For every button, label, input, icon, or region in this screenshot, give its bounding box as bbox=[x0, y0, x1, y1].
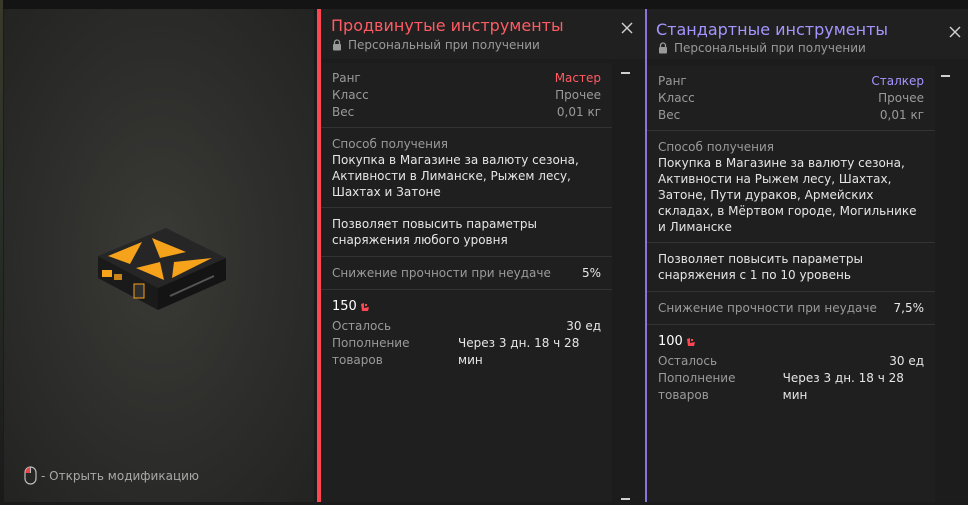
open-modification-label: - Открыть модификацию bbox=[41, 468, 200, 483]
weight-row: Вес 0,01 кг bbox=[658, 107, 924, 124]
scroll-up-icon[interactable] bbox=[941, 75, 950, 77]
durability-row: Снижение прочности при неудаче 5% bbox=[332, 265, 601, 282]
remaining-value: 30 ед bbox=[566, 319, 601, 333]
price: 150 bbox=[332, 298, 601, 316]
durability-label: Снижение прочности при неудаче bbox=[332, 266, 551, 280]
panel-title: Стандартные инструменты bbox=[656, 20, 889, 39]
rank-label: Ранг bbox=[332, 71, 361, 85]
rank-value: Мастер bbox=[554, 71, 601, 85]
durability-value: 7,5% bbox=[893, 301, 925, 315]
scroll-down-icon[interactable] bbox=[621, 498, 630, 500]
price-section: 100 Осталось 30 ед Пополнение товаров Че… bbox=[647, 325, 935, 404]
panel-header: Продвинутые инструменты Персональный при… bbox=[321, 9, 648, 59]
scrollbar[interactable] bbox=[618, 65, 632, 502]
class-row: Класс Прочее bbox=[332, 87, 601, 104]
stats-section: Ранг Мастер Класс Прочее Вес 0,01 кг bbox=[321, 63, 612, 128]
advanced-tools-panel: Продвинутые инструменты Персональный при… bbox=[317, 9, 648, 502]
bind-status: Персональный при получении bbox=[348, 38, 540, 52]
remaining-row: Осталось 30 ед bbox=[658, 353, 924, 370]
panel-subtitle: Персональный при получении bbox=[332, 38, 540, 52]
panel-header: Стандартные инструменты Персональный при… bbox=[647, 9, 968, 59]
rank-row: Ранг Сталкер bbox=[658, 73, 924, 90]
source-section: Способ получения Покупка в Магазине за в… bbox=[321, 128, 612, 208]
mouse-icon bbox=[24, 466, 37, 485]
weight-row: Вес 0,01 кг bbox=[332, 104, 601, 121]
standard-tools-panel: Стандартные инструменты Персональный при… bbox=[645, 9, 968, 502]
restock-value: Через 3 дн. 18 ч 28 мин bbox=[782, 371, 904, 402]
lock-icon bbox=[659, 42, 667, 54]
scroll-up-icon[interactable] bbox=[621, 72, 630, 74]
close-icon[interactable] bbox=[620, 21, 634, 35]
durability-label: Снижение прочности при неудаче bbox=[658, 301, 877, 315]
open-modification-hint[interactable]: - Открыть модификацию bbox=[24, 466, 199, 485]
item-preview: - Открыть модификацию bbox=[4, 9, 314, 502]
class-value: Прочее bbox=[555, 88, 601, 102]
rank-row: Ранг Мастер bbox=[332, 70, 601, 87]
weight-label: Вес bbox=[332, 105, 355, 119]
scrollbar[interactable] bbox=[938, 68, 952, 505]
durability-section: Снижение прочности при неудаче 5% bbox=[321, 257, 612, 290]
source-text: Покупка в Магазине за валюту сезона, Акт… bbox=[658, 156, 917, 234]
restock-row: Пополнение товаров Через 3 дн. 18 ч 28 м… bbox=[332, 335, 601, 369]
rank-label: Ранг bbox=[658, 74, 687, 88]
panel-subtitle: Персональный при получении bbox=[658, 41, 866, 55]
panel-title: Продвинутые инструменты bbox=[331, 16, 564, 35]
close-icon[interactable] bbox=[948, 25, 962, 39]
rank-value: Сталкер bbox=[871, 74, 924, 88]
item-description: Позволяет повысить параметры снаряжения … bbox=[332, 217, 537, 247]
description-section: Позволяет повысить параметры снаряжения … bbox=[321, 208, 612, 257]
season-currency-icon bbox=[686, 338, 695, 346]
durability-section: Снижение прочности при неудаче 7,5% bbox=[647, 292, 935, 325]
durability-value: 5% bbox=[581, 266, 601, 280]
lock-icon bbox=[333, 39, 341, 51]
price: 100 bbox=[658, 333, 924, 351]
weight-label: Вес bbox=[658, 108, 681, 122]
class-label: Класс bbox=[658, 91, 695, 105]
remaining-label: Осталось bbox=[332, 319, 392, 333]
weight-value: 0,01 кг bbox=[879, 108, 924, 122]
panel-body: Ранг Сталкер Класс Прочее Вес 0,01 кг Сп… bbox=[647, 66, 935, 502]
remaining-row: Осталось 30 ед bbox=[332, 318, 601, 335]
class-value: Прочее bbox=[878, 91, 924, 105]
durability-row: Снижение прочности при неудаче 7,5% bbox=[658, 300, 924, 317]
restock-label: Пополнение товаров bbox=[658, 371, 736, 402]
tool-box-icon bbox=[98, 228, 226, 310]
stats-section: Ранг Сталкер Класс Прочее Вес 0,01 кг bbox=[647, 66, 935, 131]
source-text: Покупка в Магазине за валюту сезона, Акт… bbox=[332, 153, 579, 199]
source-label: Способ получения bbox=[332, 137, 449, 151]
class-label: Класс bbox=[332, 88, 369, 102]
source-section: Способ получения Покупка в Магазине за в… bbox=[647, 131, 935, 243]
remaining-label: Осталось bbox=[658, 354, 718, 368]
restock-value: Через 3 дн. 18 ч 28 мин bbox=[458, 336, 580, 367]
class-row: Класс Прочее bbox=[658, 90, 924, 107]
bind-status: Персональный при получении bbox=[674, 41, 866, 55]
restock-row: Пополнение товаров Через 3 дн. 18 ч 28 м… bbox=[658, 370, 924, 404]
season-currency-icon bbox=[360, 303, 369, 311]
panel-body: Ранг Мастер Класс Прочее Вес 0,01 кг Спо… bbox=[321, 63, 612, 502]
price-section: 150 Осталось 30 ед Пополнение товаров Че… bbox=[321, 290, 612, 369]
price-value: 150 bbox=[332, 299, 357, 314]
item-description: Позволяет повысить параметры снаряжения … bbox=[658, 252, 863, 282]
source-label: Способ получения bbox=[658, 140, 775, 154]
description-section: Позволяет повысить параметры снаряжения … bbox=[647, 243, 935, 292]
remaining-value: 30 ед bbox=[889, 354, 924, 368]
restock-label: Пополнение товаров bbox=[332, 336, 410, 367]
price-value: 100 bbox=[658, 334, 683, 349]
background-strip bbox=[0, 0, 968, 9]
weight-value: 0,01 кг bbox=[556, 105, 601, 119]
background-edge bbox=[0, 0, 3, 502]
